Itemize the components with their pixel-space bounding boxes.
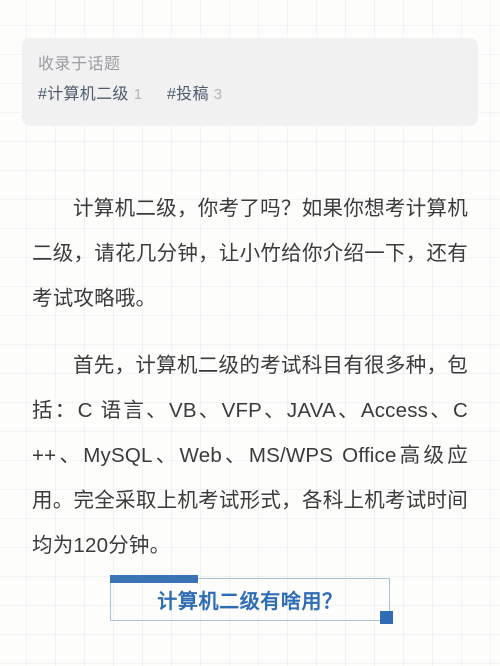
topic-tag-list: #计算机二级 1 #投稿 3 xyxy=(38,82,478,108)
article-paragraph: 首先，计算机二级的考试科目有很多种，包括：C 语言、VB、VFP、JAVA、Ac… xyxy=(32,354,468,557)
topic-tag-count: 1 xyxy=(133,86,143,103)
topic-card-caption: 收录于话题 xyxy=(38,56,121,73)
article-body: 计算机二级，你考了吗？如果你想考计算机二级，请花几分钟，让小竹给你介绍一下，还有… xyxy=(32,186,468,590)
topic-tag-label: #计算机二级 xyxy=(38,86,129,103)
topic-collection-card[interactable]: 收录于话题 #计算机二级 1 #投稿 3 xyxy=(22,38,478,126)
article-page: 收录于话题 #计算机二级 1 #投稿 3 计算机二级，你考了吗？如果你想考计算机二级… xyxy=(0,0,500,666)
section-heading-text: 计算机二级有啥用？ xyxy=(157,591,343,613)
article-paragraph: 计算机二级，你考了吗？如果你想考计算机二级，请花几分钟，让小竹给你介绍一下，还有… xyxy=(32,197,468,310)
section-heading-box: 计算机二级有啥用？ xyxy=(109,574,393,624)
topic-tag-item[interactable]: #投稿 3 xyxy=(163,86,223,103)
topic-tag-label: #投稿 xyxy=(166,86,209,103)
topic-tag-item[interactable]: #计算机二级 1 xyxy=(38,86,147,103)
topic-tag-count: 3 xyxy=(213,86,223,103)
